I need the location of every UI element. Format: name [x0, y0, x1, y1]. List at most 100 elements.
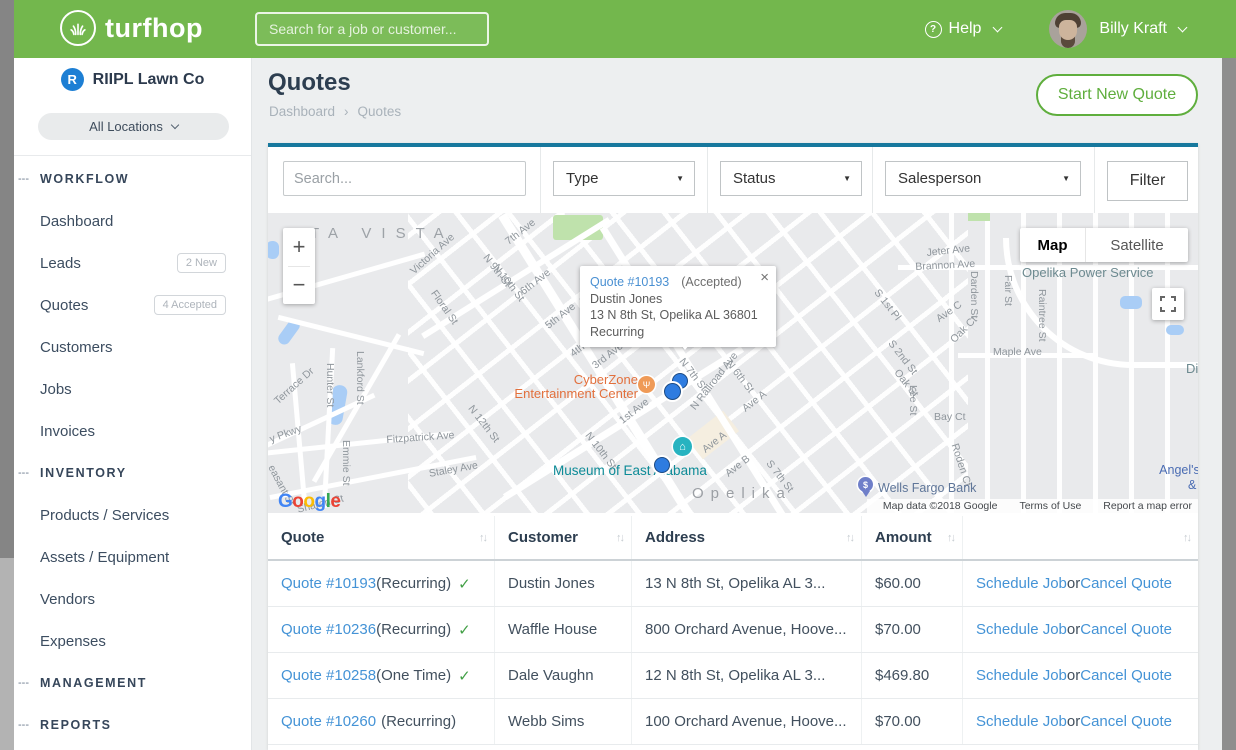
- quote-map-marker[interactable]: [654, 457, 670, 473]
- quote-map-marker[interactable]: [664, 383, 681, 400]
- sidebar-item-label: Quotes: [40, 297, 154, 314]
- action-separator: or: [1067, 575, 1080, 592]
- sidebar: R RIIPL Lawn Co All Locations --- WORKFL…: [14, 58, 252, 750]
- map-canvas[interactable]: TA VISTA Opelika N 10th St N 10th St N 1…: [268, 213, 1198, 513]
- quotes-search-input[interactable]: [283, 161, 526, 196]
- sidebar-item-invoices[interactable]: Invoices: [14, 410, 251, 452]
- amount-cell: $70.00: [862, 607, 963, 652]
- info-window-quote-link[interactable]: Quote #10193: [590, 275, 669, 289]
- quotes-badge: 4 Accepted: [154, 295, 226, 315]
- info-window-status: (Accepted): [681, 275, 741, 289]
- sort-icon[interactable]: ↑↓: [1183, 532, 1190, 544]
- map-street-label: Lee St: [907, 385, 919, 415]
- status-select[interactable]: Status ▼: [720, 161, 862, 196]
- google-logo[interactable]: Google: [278, 491, 340, 513]
- schedule-job-link[interactable]: Schedule Job: [976, 621, 1067, 638]
- amount-cell: $60.00: [862, 561, 963, 606]
- quote-link[interactable]: Quote #10258: [281, 667, 376, 684]
- schedule-job-link[interactable]: Schedule Job: [976, 575, 1067, 592]
- sidebar-item-label: Customers: [40, 339, 226, 356]
- poi-wells-fargo-label: Wells Fargo Bank: [878, 481, 976, 495]
- nav-section-inventory: --- INVENTORY: [14, 452, 251, 494]
- poi-angels-label: Angel's Antiqu & Flea M: [1128, 463, 1198, 493]
- accepted-check-icon: ✓: [458, 667, 471, 685]
- sort-icon[interactable]: ↑↓: [947, 532, 954, 544]
- type-select[interactable]: Type ▼: [553, 161, 695, 196]
- salesperson-select-label: Salesperson: [898, 170, 981, 187]
- close-icon[interactable]: ×: [760, 270, 769, 287]
- chevron-down-icon: [993, 22, 1003, 32]
- quote-link[interactable]: Quote #10260: [281, 713, 376, 730]
- zoom-in-button[interactable]: +: [283, 228, 315, 266]
- sidebar-item-expenses[interactable]: Expenses: [14, 620, 251, 662]
- customer-cell: Waffle House: [495, 607, 632, 652]
- google-letter: G: [278, 491, 292, 512]
- quote-type: (Recurring): [376, 621, 451, 638]
- brand-logo[interactable]: turfhop: [60, 10, 203, 46]
- sidebar-item-quotes[interactable]: Quotes 4 Accepted: [14, 284, 251, 326]
- map-street-label: Hunter St: [324, 363, 336, 407]
- chevron-down-icon[interactable]: [1178, 22, 1188, 32]
- filter-button[interactable]: Filter: [1107, 161, 1188, 201]
- customer-cell: Webb Sims: [495, 699, 632, 744]
- schedule-job-link[interactable]: Schedule Job: [976, 667, 1067, 684]
- quote-link[interactable]: Quote #10236: [281, 621, 376, 638]
- google-letter: o: [292, 491, 303, 512]
- map-city-label: Opelika: [692, 485, 792, 502]
- salesperson-select[interactable]: Salesperson ▼: [885, 161, 1081, 196]
- poi-angels-line1: Angel's Antiqu: [1128, 463, 1198, 478]
- help-icon: ?: [925, 21, 942, 38]
- column-header-quote: Quote ↑↓: [268, 516, 495, 559]
- amount-cell: $70.00: [862, 699, 963, 744]
- right-scrollbar[interactable]: [1222, 58, 1236, 750]
- zoom-out-button[interactable]: −: [283, 267, 315, 305]
- cancel-quote-link[interactable]: Cancel Quote: [1080, 575, 1172, 592]
- sidebar-item-dashboard[interactable]: Dashboard: [14, 200, 251, 242]
- satellite-view-button[interactable]: Satellite: [1086, 228, 1188, 262]
- cancel-quote-link[interactable]: Cancel Quote: [1080, 713, 1172, 730]
- start-new-quote-button[interactable]: Start New Quote: [1036, 74, 1198, 116]
- restaurant-poi-icon[interactable]: Ψ: [638, 376, 655, 393]
- fullscreen-button[interactable]: [1152, 288, 1184, 320]
- leads-badge: 2 New: [177, 253, 226, 273]
- sidebar-item-leads[interactable]: Leads 2 New: [14, 242, 251, 284]
- sort-icon[interactable]: ↑↓: [479, 532, 486, 544]
- sidebar-nav: --- WORKFLOW Dashboard Leads 2 New Quote…: [14, 158, 251, 746]
- help-menu[interactable]: ? Help: [925, 20, 1002, 38]
- poi-cyberzone-label: CyberZone Entertainment Center: [508, 373, 638, 400]
- nav-section-management[interactable]: --- MANAGEMENT: [14, 662, 251, 704]
- cancel-quote-link[interactable]: Cancel Quote: [1080, 667, 1172, 684]
- museum-poi-icon[interactable]: ⌂: [673, 437, 692, 456]
- location-selector[interactable]: All Locations: [38, 113, 229, 140]
- sidebar-item-assets-equipment[interactable]: Assets / Equipment: [14, 536, 251, 578]
- pin-tail: [862, 491, 870, 497]
- poi-angels-line2: & Flea M: [1128, 478, 1198, 493]
- status-select-label: Status: [733, 170, 776, 187]
- sidebar-item-vendors[interactable]: Vendors: [14, 578, 251, 620]
- report-map-error-link[interactable]: Report a map error: [1103, 500, 1192, 512]
- left-scrollbar-thumb[interactable]: [0, 0, 14, 558]
- quote-link[interactable]: Quote #10193: [281, 575, 376, 592]
- cancel-quote-link[interactable]: Cancel Quote: [1080, 621, 1172, 638]
- sidebar-item-jobs[interactable]: Jobs: [14, 368, 251, 410]
- sidebar-item-label: Leads: [40, 255, 177, 272]
- map-street-label: Emmie St: [340, 440, 352, 486]
- left-scrollbar[interactable]: [0, 0, 14, 750]
- table-row: Quote #10260 (Recurring) Webb Sims 100 O…: [268, 699, 1198, 745]
- map-street-label: Darden St: [968, 271, 980, 318]
- user-avatar[interactable]: [1049, 10, 1087, 48]
- global-search-input[interactable]: [255, 12, 489, 46]
- schedule-job-link[interactable]: Schedule Job: [976, 713, 1067, 730]
- breadcrumb-dashboard[interactable]: Dashboard: [269, 104, 335, 119]
- terms-of-use-link[interactable]: Terms of Use: [1019, 500, 1081, 512]
- sidebar-item-products-services[interactable]: Products / Services: [14, 494, 251, 536]
- bank-poi-icon[interactable]: $: [858, 477, 873, 497]
- sidebar-item-customers[interactable]: Customers: [14, 326, 251, 368]
- nav-section-reports[interactable]: --- REPORTS: [14, 704, 251, 746]
- map-view-button[interactable]: Map: [1020, 228, 1086, 262]
- page-title: Quotes: [268, 69, 351, 97]
- filter-divider: [1094, 147, 1095, 213]
- filter-bar: Type ▼ Status ▼ Salesperson ▼ Filter: [268, 143, 1198, 213]
- sort-icon[interactable]: ↑↓: [846, 532, 853, 544]
- sort-icon[interactable]: ↑↓: [616, 532, 623, 544]
